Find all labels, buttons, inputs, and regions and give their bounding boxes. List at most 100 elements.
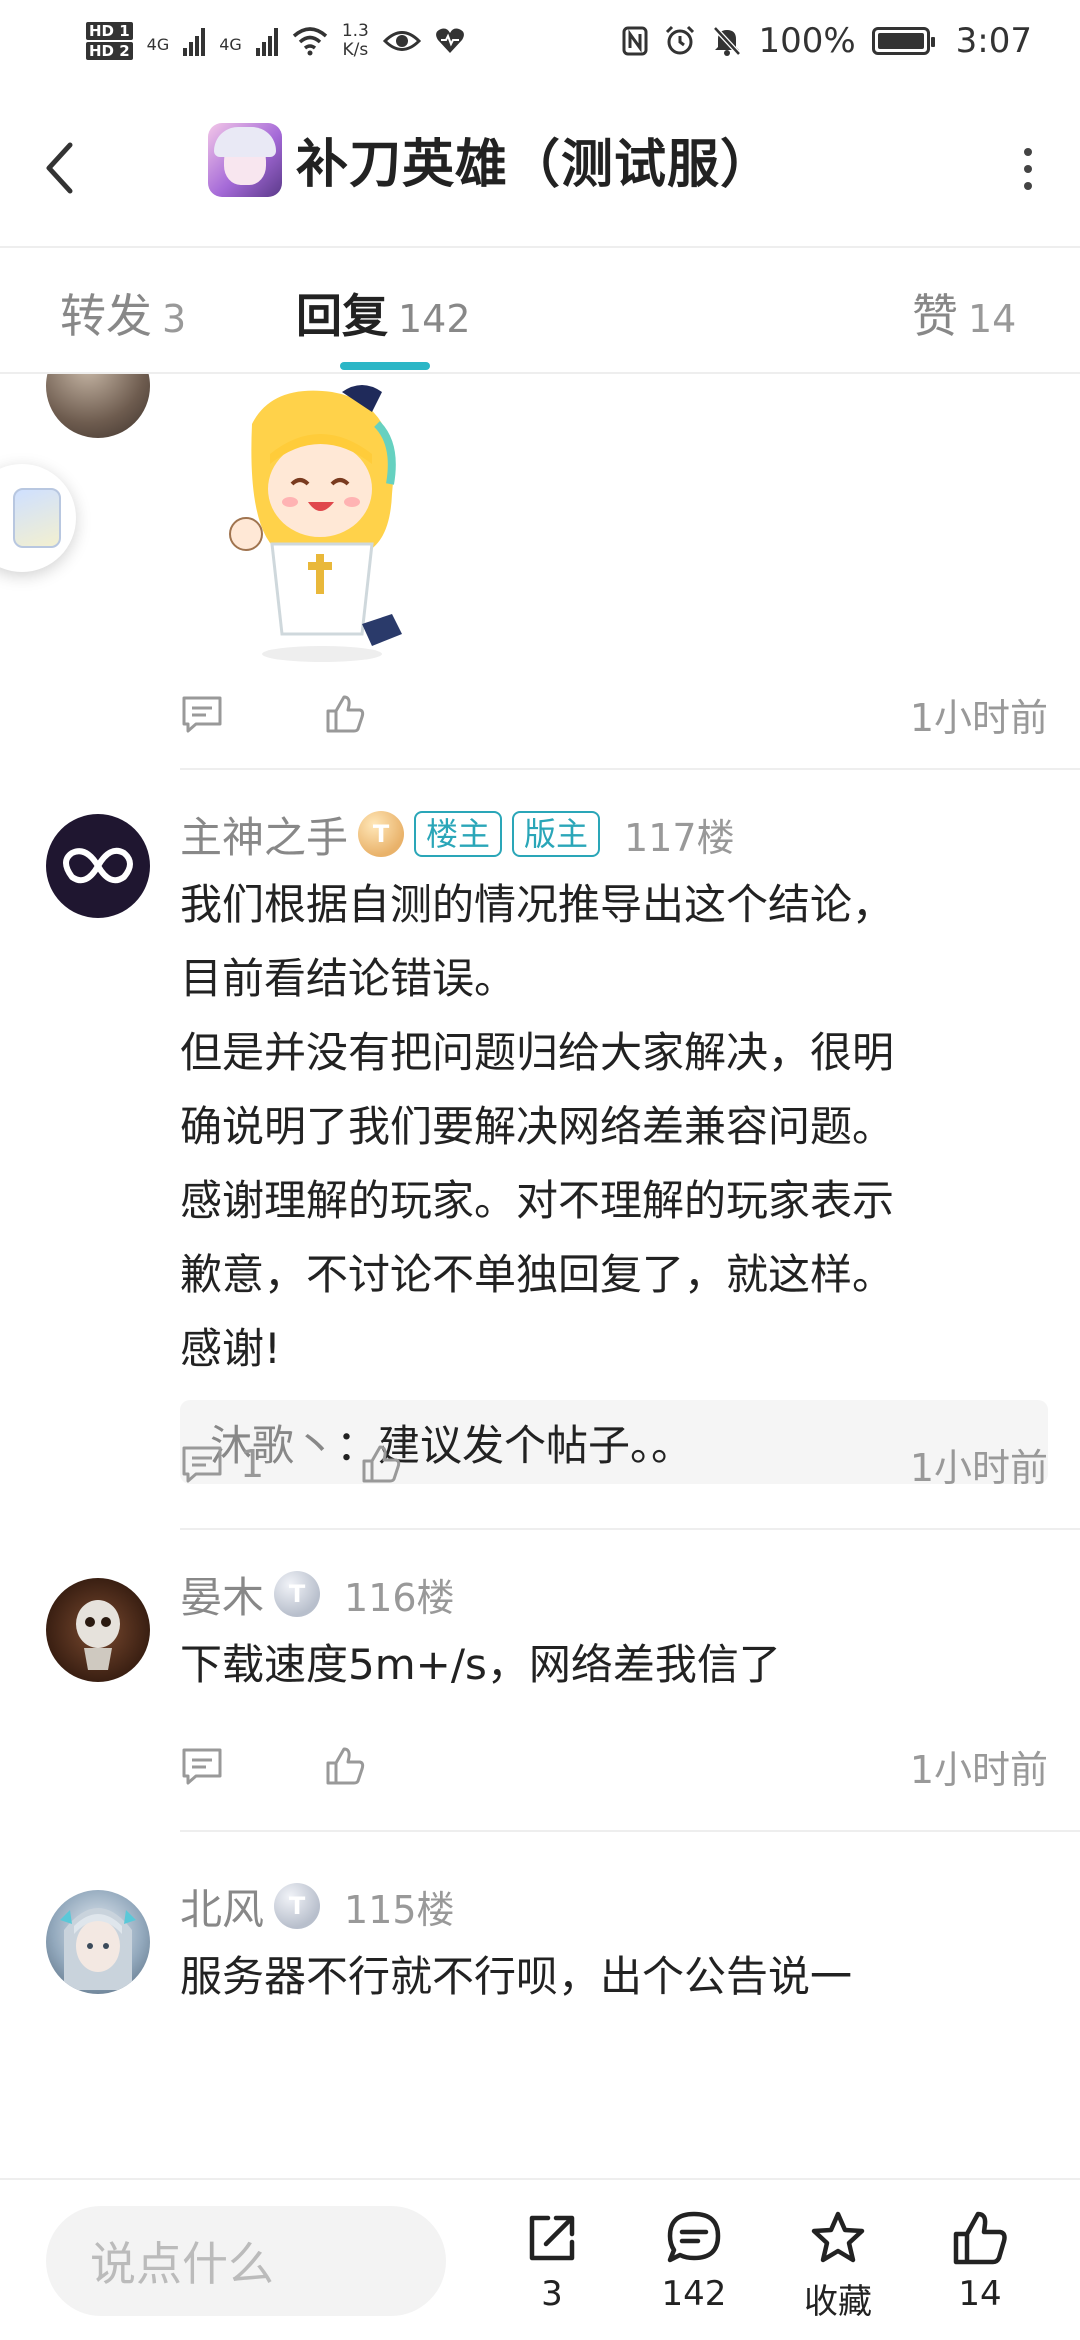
status-right: 100% 3:07 (622, 21, 1032, 61)
signal-icon-2 (255, 26, 278, 56)
comment-button[interactable]: 142 (634, 2208, 754, 2314)
comment-icon (182, 1748, 222, 1785)
avatar[interactable] (46, 814, 150, 918)
net-speed: 1.3 K/s (342, 22, 369, 60)
share-icon (529, 2215, 575, 2261)
comment-divider (180, 1830, 1080, 1832)
net2-label: 4G (219, 35, 242, 54)
tab-replies-label: 回复 (296, 289, 388, 343)
clock: 3:07 (955, 21, 1032, 61)
thumbs-up-icon (326, 1747, 365, 1785)
comment-header: 主神之手 T 楼主 版主 117楼 (180, 804, 1048, 864)
comment-actions: 1 1小时前 (180, 1434, 1048, 1494)
tab-replies[interactable]: 回复 142 (296, 280, 471, 346)
like-post-button[interactable]: 14 (920, 2208, 1040, 2314)
hd1-label: HD 1 (86, 22, 133, 40)
comment-body: 北风 T 115楼 服务器不行就不行呗，出个公告说一 (180, 1876, 1048, 2014)
level-badge: T (274, 1883, 321, 1929)
like-button[interactable] (324, 693, 366, 735)
wifi-icon (292, 27, 327, 56)
like-button[interactable] (324, 1745, 366, 1787)
signal-icon (183, 26, 206, 56)
badge-image (13, 488, 61, 548)
back-button[interactable] (44, 138, 84, 198)
favorite-button[interactable]: 收藏 (778, 2208, 898, 2323)
comment-text: 服务器不行就不行呗，出个公告说一 (180, 1952, 853, 2001)
star-icon (811, 2211, 865, 2263)
status-left: HD 1 HD 2 4G 4G 1.3 K/s (86, 21, 465, 61)
thumbs-up-icon (953, 2211, 1007, 2265)
username[interactable]: 主神之手 (180, 804, 348, 865)
comment-icon (182, 1446, 222, 1483)
status-bar: HD 1 HD 2 4G 4G 1.3 K/s 100% 3:07 (0, 0, 1080, 82)
avatar[interactable] (46, 1890, 150, 1994)
reply-count: 1 (240, 1442, 265, 1486)
favorite-label: 收藏 (804, 2282, 872, 2322)
share-button[interactable]: 3 (492, 2208, 612, 2314)
more-dot-icon (1024, 182, 1032, 190)
comment-input[interactable]: 说点什么 (46, 2206, 446, 2316)
level-badge: T (358, 811, 405, 857)
avatar[interactable] (46, 1578, 150, 1682)
comment-time: 1小时前 (909, 1445, 1048, 1490)
comment-item: 1小时前 (0, 374, 1080, 770)
share-count: 3 (541, 2274, 563, 2314)
net-speed-value: 1.3 (341, 21, 369, 41)
like-button[interactable] (360, 1443, 402, 1485)
comment-time: 1小时前 (909, 695, 1048, 740)
sticker-image (229, 385, 402, 662)
net-speed-unit: K/s (342, 40, 369, 60)
reply-button[interactable]: 1 (180, 1442, 360, 1486)
chevron-left-icon (46, 142, 73, 194)
reply-button[interactable] (180, 1746, 300, 1786)
floor-number: 115楼 (344, 1887, 455, 1932)
comment-header: 北风 T 115楼 (180, 1876, 1048, 1936)
battery-icon (871, 27, 935, 55)
more-options-button[interactable] (1024, 148, 1032, 190)
like-count: 14 (958, 2274, 1002, 2314)
badge-owner: 楼主 (414, 811, 503, 857)
comment-time: 1小时前 (909, 1747, 1048, 1792)
username[interactable]: 晏木 (180, 1564, 264, 1625)
title-area[interactable]: 补刀英雄（测试服） (208, 122, 773, 197)
tab-forward[interactable]: 转发 3 (60, 280, 186, 346)
avatar-image (60, 1908, 136, 1990)
comment-body: 主神之手 T 楼主 版主 117楼 我们根据自测的情况推导出这个结论， 目前看结… (180, 804, 1048, 1484)
nfc-icon (622, 26, 648, 56)
app-header: 补刀英雄（测试服） (0, 82, 1080, 248)
avatar[interactable] (46, 374, 150, 438)
comment-item: 主神之手 T 楼主 版主 117楼 我们根据自测的情况推导出这个结论， 目前看结… (0, 774, 1080, 1530)
net1-label: 4G (146, 35, 170, 54)
thumbs-up-icon (362, 1445, 401, 1483)
tab-likes-label: 赞 (912, 289, 958, 343)
infinity-logo-icon (63, 847, 133, 884)
floor-number: 117楼 (624, 815, 735, 860)
tab-forward-label: 转发 (60, 289, 152, 343)
comment-text: 我们根据自测的情况推导出这个结论， 目前看结论错误。 但是并没有把问题归给大家解… (180, 880, 895, 1373)
comment-actions: 1小时前 (180, 684, 1048, 744)
comment-icon (182, 696, 222, 733)
header-divider (0, 246, 1080, 248)
alarm-icon (666, 25, 695, 55)
tab-bar: 转发 3 回复 142 赞 14 (0, 250, 1080, 374)
active-tab-indicator (340, 362, 430, 370)
battery-percent: 100% (758, 21, 856, 61)
tab-likes-count: 14 (968, 297, 1017, 341)
more-dot-icon (1024, 148, 1032, 156)
thumbs-up-icon (326, 695, 365, 733)
comment-text: 下载速度5m+/s，网络差我信了 (180, 1640, 781, 1689)
more-dot-icon (1024, 165, 1032, 173)
reply-button[interactable] (180, 694, 300, 734)
reply-list[interactable]: 1小时前 主神之手 T 楼主 版主 117楼 我们根据自测的情况推导出这个结论，… (0, 374, 1080, 2178)
tab-replies-count: 142 (398, 297, 471, 341)
username[interactable]: 北风 (180, 1876, 264, 1937)
badge-moderator: 版主 (512, 811, 601, 857)
floor-number: 116楼 (344, 1575, 455, 1620)
level-badge: T (274, 1571, 321, 1617)
comment-actions: 1小时前 (180, 1736, 1048, 1796)
mute-bell-icon (713, 26, 742, 56)
eye-icon (382, 31, 421, 51)
tab-likes[interactable]: 赞 14 (912, 280, 1016, 346)
chat-bubble-icon (667, 2211, 721, 2263)
comment-item: 北风 T 115楼 服务器不行就不行呗，出个公告说一 (0, 1846, 1080, 2178)
